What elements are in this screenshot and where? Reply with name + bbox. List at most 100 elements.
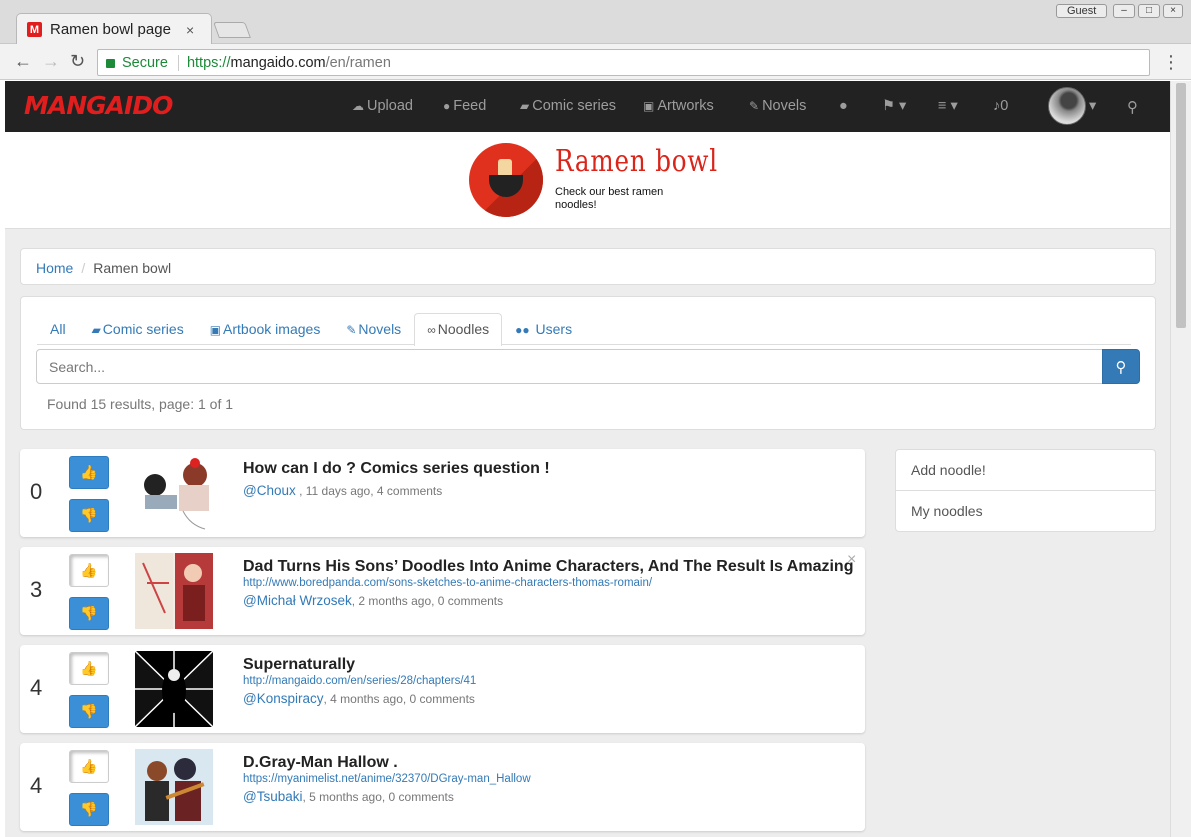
add-noodle-link[interactable]: Add noodle! xyxy=(896,450,1155,491)
avatar[interactable] xyxy=(1048,87,1086,125)
downvote-button[interactable]: 👎 xyxy=(69,695,109,728)
image-icon: ▣ xyxy=(643,99,655,113)
thumbs-down-icon: 👎 xyxy=(80,507,98,523)
forward-icon[interactable]: → xyxy=(42,51,60,71)
search-tabs: All ▰ Comic series ▣ Artbook images ✎ Novel… xyxy=(37,313,1131,346)
notifications[interactable]: ♪0 xyxy=(993,98,1008,114)
noodle-title[interactable]: D.Gray-Man Hallow . xyxy=(243,754,398,772)
upvote-button[interactable]: 👍 xyxy=(69,750,109,783)
nav-novels[interactable]: ✎ Novels xyxy=(749,98,806,114)
noodle-author-link[interactable]: @Choux xyxy=(243,483,296,498)
site-logo[interactable]: MANGAIDO xyxy=(24,91,173,120)
scrollbar-thumb[interactable] xyxy=(1176,83,1186,328)
nav-comic-series[interactable]: ▰ Comic series xyxy=(520,98,616,114)
tab-comic-series[interactable]: ▰ Comic series xyxy=(79,313,197,345)
thumbs-up-icon: 👍 xyxy=(80,562,98,578)
noodle-meta: @Michał Wrzosek, 2 months ago, 0 comment… xyxy=(243,593,504,608)
flag-dropdown[interactable]: ⚑ ▾ xyxy=(882,98,906,114)
list-item: 4 👍 👎 D.Gray-Man Hallow . https://myanim… xyxy=(20,743,865,831)
my-noodles-link[interactable]: My noodles xyxy=(896,491,1155,532)
noodle-url-link[interactable]: http://www.boredpanda.com/sons-sketches-… xyxy=(243,577,652,589)
browser-tab[interactable]: M Ramen bowl page | × xyxy=(16,13,212,45)
noodle-author-link[interactable]: @Michał Wrzosek xyxy=(243,593,352,608)
search-icon: ⚲ xyxy=(1115,358,1127,376)
noodle-title[interactable]: Supernaturally xyxy=(243,656,355,674)
vote-score: 4 xyxy=(30,773,43,798)
site-navbar: MANGAIDO ☁ Upload ● Feed ▰ Comic series ▣ Ar… xyxy=(5,81,1170,132)
close-icon[interactable]: × xyxy=(847,551,856,569)
downvote-button[interactable]: 👎 xyxy=(69,499,109,532)
tab-novels[interactable]: ✎ Novels xyxy=(333,313,414,345)
book-icon: ▰ xyxy=(520,99,530,113)
noodle-title[interactable]: Dad Turns His Sons’ Doodles Into Anime C… xyxy=(243,558,853,576)
list-item: 3 👍 👎 Dad Turns His Sons’ Doodles Into A… xyxy=(20,547,865,635)
thumbs-down-icon: 👎 xyxy=(80,801,98,817)
nav-artworks[interactable]: ▣ Artworks xyxy=(643,98,714,114)
search-input[interactable] xyxy=(36,349,1103,384)
search-icon[interactable]: ⚲ xyxy=(1127,98,1138,116)
tab-artbook-images[interactable]: ▣ Artbook images xyxy=(197,313,334,345)
ramen-bowl-icon[interactable]: ● xyxy=(839,98,848,114)
noodle-thumbnail[interactable] xyxy=(135,553,213,629)
chevron-down-icon[interactable]: ▾ xyxy=(1089,98,1096,114)
nav-upload[interactable]: ☁ Upload xyxy=(352,98,413,114)
downvote-button[interactable]: 👎 xyxy=(69,793,109,826)
url-bar[interactable]: Secure https:// mangaido.com /en/ramen xyxy=(97,49,1150,76)
noodle-meta: @Konspiracy, 4 months ago, 0 comments xyxy=(243,691,475,706)
results-info: Found 15 results, page: 1 of 1 xyxy=(47,396,234,412)
back-icon[interactable]: ← xyxy=(14,51,32,71)
minimize-icon[interactable]: – xyxy=(1113,4,1135,18)
noodle-url-link[interactable]: https://myanimelist.net/anime/32370/DGra… xyxy=(243,773,531,785)
downvote-button[interactable]: 👎 xyxy=(69,597,109,630)
noodle-meta: @Tsubaki, 5 months ago, 0 comments xyxy=(243,789,454,804)
edit-icon: ✎ xyxy=(749,99,760,113)
noodle-meta: @Choux , 11 days ago, 4 comments xyxy=(243,483,443,498)
breadcrumb-current: Ramen bowl xyxy=(93,260,172,276)
list-item: 4 👍 👎 Supernaturally http://mangaido.com… xyxy=(20,645,865,733)
menu-dropdown[interactable]: ≡ ▾ xyxy=(938,98,958,114)
url-host: mangaido.com xyxy=(230,54,326,71)
noodle-author-link[interactable]: @Konspiracy xyxy=(243,691,324,706)
noodle-title[interactable]: How can I do ? Comics series question ! xyxy=(243,460,550,478)
upvote-button[interactable]: 👍 xyxy=(69,554,109,587)
new-tab-button[interactable] xyxy=(213,22,251,38)
users-icon: ●● xyxy=(515,323,530,337)
tab-noodles[interactable]: ∞ Noodles xyxy=(414,313,503,346)
noodle-url-link[interactable]: http://mangaido.com/en/series/28/chapter… xyxy=(243,675,476,687)
thumbs-up-icon: 👍 xyxy=(80,758,98,774)
bars-icon: ≡ xyxy=(938,98,947,114)
thumbs-up-icon: 👍 xyxy=(80,464,98,480)
page-title: Ramen bowl xyxy=(555,144,718,179)
thumbs-down-icon: 👎 xyxy=(80,605,98,621)
upvote-button[interactable]: 👍 xyxy=(69,652,109,685)
url-protocol: https:// xyxy=(186,54,231,71)
vote-score: 3 xyxy=(30,577,43,602)
close-window-icon[interactable]: × xyxy=(1163,4,1183,18)
page-scrollbar[interactable] xyxy=(1170,81,1191,837)
search-button[interactable]: ⚲ xyxy=(1102,349,1140,384)
reload-icon[interactable]: ↻ xyxy=(70,51,85,71)
breadcrumb-home-link[interactable]: Home xyxy=(36,260,73,276)
browser-menu-icon[interactable]: ⋮ xyxy=(1162,52,1180,73)
nav-feed[interactable]: ● Feed xyxy=(443,98,486,114)
favicon-icon: M xyxy=(27,22,42,37)
noodle-thumbnail[interactable] xyxy=(135,749,213,825)
breadcrumb-separator: / xyxy=(81,260,86,276)
noodle-author-link[interactable]: @Tsubaki xyxy=(243,789,302,804)
notification-count: 0 xyxy=(1000,98,1009,114)
noodle-thumbnail[interactable] xyxy=(135,455,213,531)
browser-tabstrip: M Ramen bowl page | × Guest – □ × xyxy=(0,0,1191,45)
lock-icon xyxy=(106,59,115,68)
list-item: 0 👍 👎 How can I do ? Comics series quest… xyxy=(20,449,865,537)
guest-profile-button[interactable]: Guest xyxy=(1056,4,1108,18)
close-tab-icon[interactable]: × xyxy=(186,22,194,38)
url-path: /en/ramen xyxy=(325,54,391,71)
image-icon: ▣ xyxy=(209,323,222,337)
thumbs-up-icon: 👍 xyxy=(80,660,98,676)
ramen-bowl-logo-icon xyxy=(469,143,543,217)
tab-all[interactable]: All xyxy=(37,313,79,345)
maximize-icon[interactable]: □ xyxy=(1138,4,1160,18)
noodle-thumbnail[interactable] xyxy=(135,651,213,727)
upvote-button[interactable]: 👍 xyxy=(69,456,109,489)
tab-users[interactable]: ●● Users xyxy=(502,313,585,345)
